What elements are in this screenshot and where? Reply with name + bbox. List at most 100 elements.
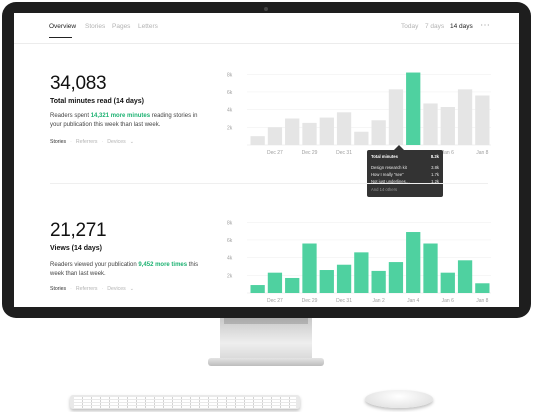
- more-horizontal-icon[interactable]: ⋯: [480, 20, 490, 31]
- chart-bar[interactable]: [267, 127, 283, 145]
- chart-bar[interactable]: [319, 117, 334, 145]
- y-tick-label: 6k: [227, 238, 233, 244]
- minutes-filters: Stories · Referrers · Devices ⌄: [50, 139, 138, 145]
- minutes-description: Readers spent 14,321 more minutes readin…: [50, 112, 200, 130]
- chart-bar[interactable]: [302, 122, 317, 145]
- chart-bar[interactable]: [267, 272, 283, 293]
- tab-overview[interactable]: Overview: [49, 23, 76, 30]
- stand-shadow: [224, 318, 308, 324]
- chart-bar[interactable]: [440, 272, 455, 293]
- monitor-stand: [220, 318, 312, 360]
- range-14-days[interactable]: 14 days: [450, 23, 473, 30]
- chart-bar[interactable]: [457, 89, 473, 145]
- y-tick-label: 8k: [227, 220, 233, 226]
- filter-devices[interactable]: Devices: [107, 286, 125, 292]
- chart-bar[interactable]: [423, 243, 438, 293]
- chart-bar[interactable]: [371, 270, 386, 293]
- chart-bar[interactable]: [354, 252, 369, 293]
- minutes-chart: 2k4k6k8kDec 27Dec 29Dec 31Jan 2Jan 4Jan …: [219, 61, 499, 161]
- filter-stories[interactable]: Stories: [50, 286, 66, 292]
- tooltip-title-row: Total minutes 8.2k: [371, 154, 439, 159]
- x-tick-label: Dec 31: [336, 298, 352, 304]
- chevron-down-icon[interactable]: ⌄: [130, 286, 134, 292]
- x-tick-label: Jan 2: [373, 298, 385, 304]
- filter-separator: ·: [70, 286, 72, 292]
- key-row: [74, 397, 296, 399]
- chart-bar[interactable]: [354, 131, 369, 145]
- chart-bar[interactable]: [457, 260, 473, 293]
- top-nav: Overview Stories Pages Letters Today 7 d…: [14, 13, 519, 44]
- views-total-label: Views (14 days): [50, 245, 103, 252]
- monitor-base: [208, 358, 324, 366]
- range-today[interactable]: Today: [401, 23, 418, 30]
- x-tick-label: Jan 6: [442, 150, 454, 156]
- chart-bar[interactable]: [475, 283, 490, 293]
- chart-bar[interactable]: [406, 72, 421, 145]
- minutes-tooltip: Total minutes 8.2k Design research kit 3.8…: [367, 150, 443, 197]
- views-bar-chart: 2k 4k 6k 8k Dec 27 Dec 29 Dec 31 Jan 2 Jan 4 Jan …: [227, 220, 491, 304]
- minutes-total-value: 34,083: [50, 73, 107, 94]
- chart-bar[interactable]: [336, 264, 352, 293]
- active-tab-indicator: [49, 37, 72, 38]
- chart-bar[interactable]: [423, 103, 438, 145]
- tab-letters[interactable]: Letters: [138, 23, 158, 30]
- tab-stories[interactable]: Stories: [85, 23, 105, 30]
- tooltip-row: How I really “see” 1.7k: [371, 172, 439, 177]
- tooltip-row-label: How I really “see”: [371, 172, 404, 177]
- x-tick-label: Dec 29: [302, 298, 318, 304]
- tooltip-row-value: 1.7k: [431, 172, 439, 177]
- chart-bar[interactable]: [285, 118, 300, 145]
- chart-bar[interactable]: [250, 136, 265, 145]
- x-tick-label: Jan 8: [476, 150, 488, 156]
- filter-separator: ·: [101, 139, 104, 145]
- x-tick-label: Jan 6: [442, 298, 454, 304]
- filter-stories[interactable]: Stories: [50, 139, 66, 145]
- chart-bar[interactable]: [388, 262, 404, 293]
- section-divider: [50, 183, 488, 184]
- y-tick-label: 4k: [227, 108, 233, 114]
- filter-referrers[interactable]: Referrers: [76, 286, 98, 292]
- chart-bar[interactable]: [250, 285, 265, 293]
- screen: Overview Stories Pages Letters Today 7 d…: [14, 13, 519, 307]
- filter-separator: ·: [101, 286, 104, 292]
- chart-bar[interactable]: [388, 89, 404, 145]
- tooltip-title: Total minutes: [371, 154, 398, 159]
- chevron-down-icon[interactable]: ⌄: [130, 139, 134, 145]
- y-tick-label: 8k: [227, 72, 233, 78]
- y-tick-label: 6k: [227, 90, 233, 96]
- minutes-desc-highlight: 14,321 more minutes: [90, 113, 151, 119]
- chart-bar[interactable]: [475, 95, 490, 145]
- chart-bar[interactable]: [440, 107, 455, 145]
- x-tick-label: Dec 27: [267, 298, 283, 304]
- minutes-desc-pre: Readers spent: [50, 113, 91, 119]
- monitor-frame: Overview Stories Pages Letters Today 7 d…: [2, 2, 531, 318]
- x-tick-label: Dec 27: [267, 150, 283, 156]
- camera-dot: [264, 7, 268, 11]
- chart-bar[interactable]: [302, 243, 317, 293]
- key-row: [74, 403, 296, 405]
- y-tick-label: 4k: [227, 256, 233, 262]
- views-chart: 2k 4k 6k 8k Dec 27 Dec 29 Dec 31 Jan 2 Jan 4 Jan …: [219, 209, 499, 307]
- chart-bar[interactable]: [336, 112, 352, 145]
- views-desc-pre: Readers viewed your publication: [50, 262, 139, 268]
- tooltip-row-value: 3.8k: [431, 165, 439, 170]
- tooltip-others: And 14 others: [371, 187, 398, 192]
- range-7-days[interactable]: 7 days: [425, 23, 444, 30]
- tooltip-title-value: 8.2k: [430, 154, 439, 159]
- views-desc-highlight: 9,452 more times: [138, 262, 188, 268]
- keyboard: [70, 395, 300, 409]
- filter-referrers[interactable]: Referrers: [76, 139, 98, 145]
- chart-bar[interactable]: [371, 120, 386, 145]
- chart-bar[interactable]: [285, 277, 300, 293]
- tab-pages[interactable]: Pages: [112, 23, 130, 30]
- x-tick-label: Jan 4: [407, 298, 419, 304]
- filter-separator: ·: [70, 139, 72, 145]
- chart-bar[interactable]: [319, 270, 334, 293]
- chart-bar[interactable]: [406, 232, 421, 293]
- x-tick-label: Jan 8: [476, 298, 488, 304]
- mouse: [365, 390, 433, 408]
- filter-devices[interactable]: Devices: [107, 139, 125, 145]
- key-row: [74, 406, 296, 408]
- minutes-total-label: Total minutes read (14 days): [50, 98, 145, 105]
- y-tick-label: 2k: [227, 125, 233, 131]
